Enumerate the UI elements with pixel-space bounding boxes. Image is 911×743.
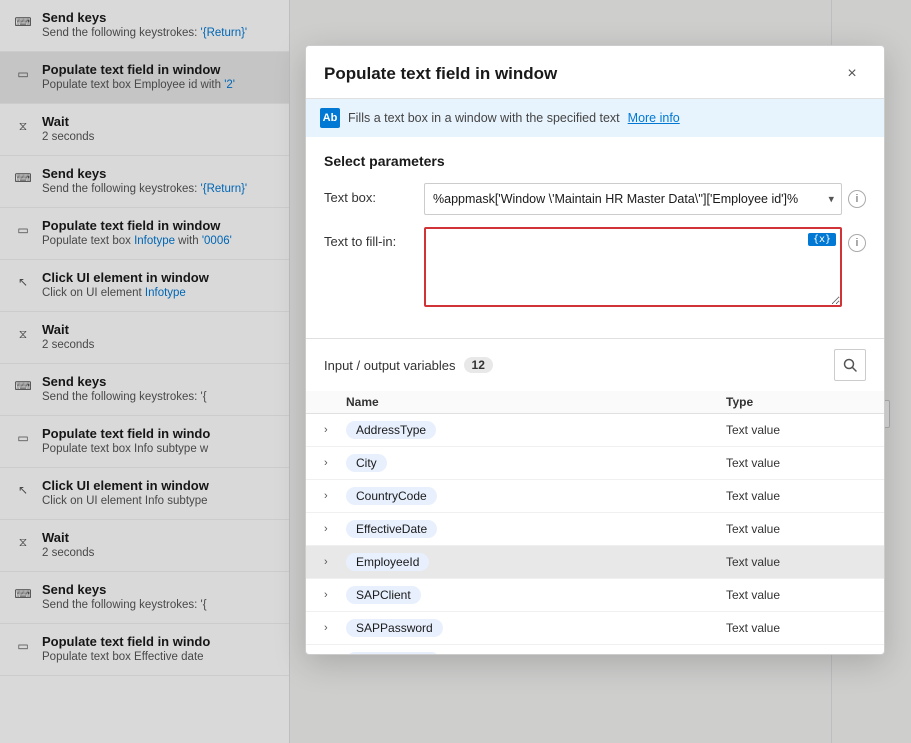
variables-count: 12 bbox=[464, 357, 493, 373]
variable-row-employeeid[interactable]: ›EmployeeId Text value bbox=[306, 546, 884, 579]
variable-row-sapclient[interactable]: ›SAPClient Text value bbox=[306, 579, 884, 612]
variable-row-city[interactable]: ›City Text value bbox=[306, 447, 884, 480]
info-bar: Ab Fills a text box in a window with the… bbox=[306, 99, 884, 137]
variable-name-tag[interactable]: SAPPassword bbox=[346, 619, 443, 637]
variable-name-tag[interactable]: EffectiveDate bbox=[346, 520, 437, 538]
expand-icon: › bbox=[324, 457, 346, 469]
variable-name-tag[interactable]: AddressType bbox=[346, 421, 436, 439]
name-col-header: Name bbox=[346, 395, 726, 409]
textbox-control: %appmask['Window \'Maintain HR Master Da… bbox=[424, 183, 842, 215]
info-text: Fills a text box in a window with the sp… bbox=[348, 111, 620, 125]
expand-icon: › bbox=[324, 424, 346, 436]
variables-list: ›AddressTypeText value›CityText value›Co… bbox=[306, 414, 884, 654]
variable-type: Text value bbox=[726, 522, 866, 536]
variables-label: Input / output variables bbox=[324, 358, 456, 373]
variable-type: Text value bbox=[726, 423, 866, 437]
variable-type: Text value bbox=[726, 489, 866, 503]
more-info-link[interactable]: More info bbox=[628, 111, 680, 125]
variable-name-tag[interactable]: SAPClient bbox=[346, 586, 421, 604]
textbox-row: Text box: %appmask['Window \'Maintain HR… bbox=[324, 183, 866, 215]
variable-row-countrycode[interactable]: ›CountryCode Text value bbox=[306, 480, 884, 513]
variable-name-tag[interactable]: City bbox=[346, 454, 387, 472]
textbox-info-icon[interactable]: i bbox=[848, 190, 866, 208]
expand-icon: › bbox=[324, 523, 346, 535]
variables-header: Input / output variables 12 bbox=[306, 339, 884, 391]
variable-type: Text value bbox=[726, 621, 866, 635]
text-fill-input[interactable] bbox=[424, 227, 842, 307]
variable-type: Text value bbox=[726, 588, 866, 602]
populate-text-dialog: Populate text field in window × Ab Fills… bbox=[305, 45, 885, 655]
expand-icon: › bbox=[324, 589, 346, 601]
variable-type: Text value bbox=[726, 555, 866, 569]
expand-col-header bbox=[324, 395, 346, 409]
variable-type: Text value bbox=[726, 456, 866, 470]
info-icon: Ab bbox=[320, 108, 340, 128]
variable-row-addresstype[interactable]: ›AddressType Text value bbox=[306, 414, 884, 447]
variable-name-tag[interactable]: SAPSystemId bbox=[346, 652, 440, 654]
variable-row-sappassword[interactable]: ›SAPPassword Text value bbox=[306, 612, 884, 645]
textbox-label: Text box: bbox=[324, 183, 424, 205]
modal-header: Populate text field in window × bbox=[306, 46, 884, 99]
variables-section: Input / output variables 12 Name Type ›A… bbox=[306, 338, 884, 654]
text-fill-label: Text to fill-in: bbox=[324, 227, 424, 249]
type-col-header: Type bbox=[726, 395, 866, 409]
var-badge[interactable]: {x} bbox=[808, 233, 836, 246]
textbox-select[interactable]: %appmask['Window \'Maintain HR Master Da… bbox=[424, 183, 842, 215]
text-fill-row: Text to fill-in: {x} i bbox=[324, 227, 866, 310]
expand-icon: › bbox=[324, 622, 346, 634]
modal-title: Populate text field in window bbox=[324, 64, 557, 84]
modal-body: Select parameters Text box: %appmask['Wi… bbox=[306, 137, 884, 338]
text-fill-info-icon[interactable]: i bbox=[848, 234, 866, 252]
expand-icon: › bbox=[324, 490, 346, 502]
search-icon bbox=[843, 358, 857, 372]
variables-table-header: Name Type bbox=[306, 391, 884, 414]
variable-name-tag[interactable]: EmployeeId bbox=[346, 553, 429, 571]
variables-search-button[interactable] bbox=[834, 349, 866, 381]
variable-name-tag[interactable]: CountryCode bbox=[346, 487, 437, 505]
text-fill-control: {x} bbox=[424, 227, 842, 310]
variable-row-effectivedate[interactable]: ›EffectiveDate Text value bbox=[306, 513, 884, 546]
variable-row-sapsystemid[interactable]: ›SAPSystemIdText value bbox=[306, 645, 884, 654]
expand-icon: › bbox=[324, 556, 346, 568]
close-button[interactable]: × bbox=[838, 60, 866, 88]
select-params-title: Select parameters bbox=[324, 153, 866, 169]
